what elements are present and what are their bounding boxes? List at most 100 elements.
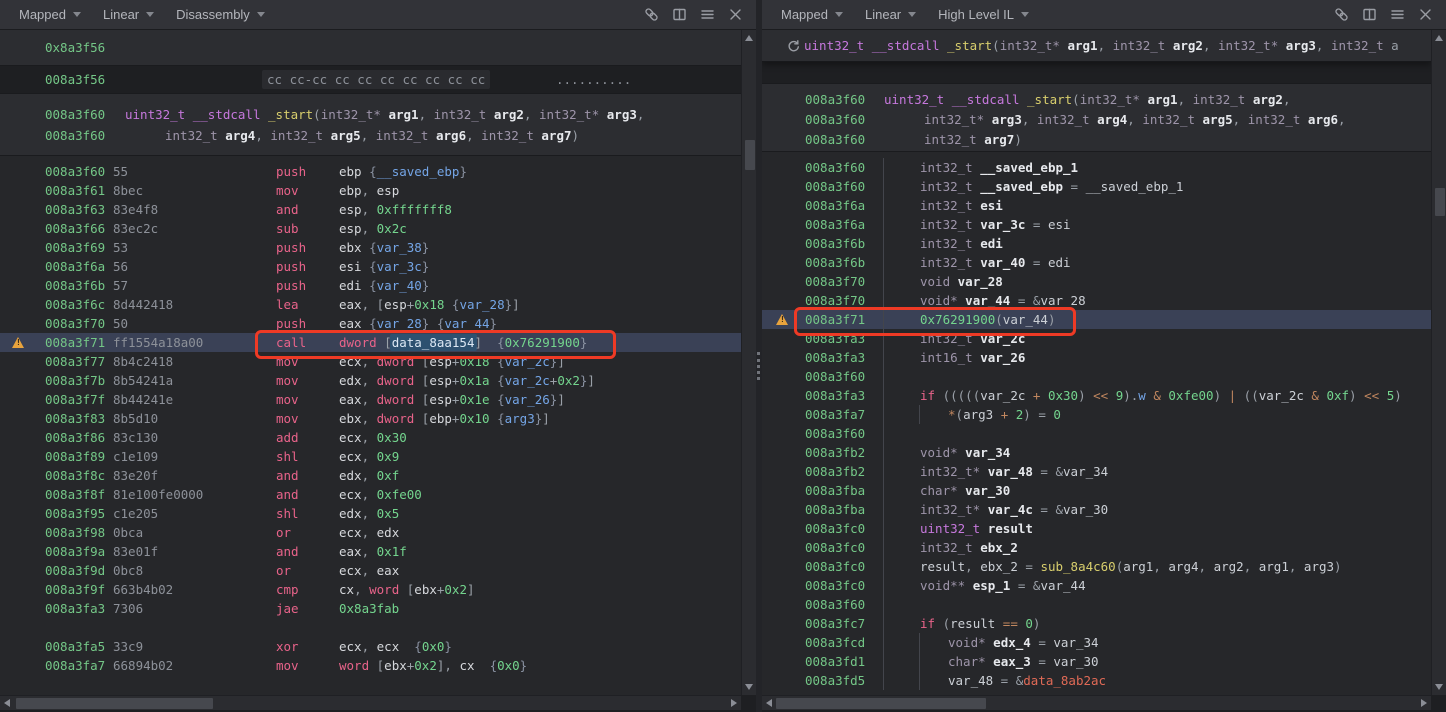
disasm-row[interactable]: 008a3f9d0bc8orecx, eax (0, 561, 741, 580)
hlil-row[interactable]: 008a3fc0int32_t ebx_2 (762, 538, 1431, 557)
hlil-row[interactable]: 008a3f60 (762, 424, 1431, 443)
disasm-row[interactable]: 008a3f6055pushebp {__saved_ebp} (0, 162, 741, 181)
hlil-row[interactable]: 008a3f60int32_t __saved_ebp_1 (762, 158, 1431, 177)
disasm-row[interactable]: 008a3fa766894b02movword [ebx+0x2], cx {0… (0, 656, 741, 675)
disasm-row[interactable]: 008a3fa533c9xorecx, ecx {0x0} (0, 637, 741, 656)
byte-row[interactable]: 008a3f56 cc cc-cc cc cc cc cc cc cc cc .… (0, 66, 741, 94)
hlil-row[interactable]: 008a3f60int32_t __saved_ebp = __saved_eb… (762, 177, 1431, 196)
token: [ (414, 411, 429, 426)
disasm-row[interactable]: 008a3fa37306jae0x8a3fab (0, 599, 741, 618)
menu-linear[interactable]: Linear (92, 7, 165, 22)
function-signature-block[interactable]: 008a3f60uint32_t __stdcall _start(int32_… (0, 94, 741, 156)
split-view-icon[interactable] (672, 7, 687, 22)
scroll-up-arrow[interactable] (745, 35, 753, 41)
hlil-row[interactable]: 008a3f6bint32_t edi (762, 234, 1431, 253)
menu-disassembly[interactable]: Disassembly (165, 7, 276, 22)
disasm-row[interactable]: 008a3f8f81e100fe0000andecx, 0xfe00 (0, 485, 741, 504)
disasm-row[interactable]: 008a3f89c1e109shlecx, 0x9 (0, 447, 741, 466)
disasm-row[interactable]: 008a3f7f8b44241emoveax, dword [esp+0x1e … (0, 390, 741, 409)
hlil-row[interactable]: 008a3fbaint32_t* var_4c = &var_30 (762, 500, 1431, 519)
menu-mapped[interactable]: Mapped (8, 7, 92, 22)
sticky-address-band[interactable]: 0x8a3f56 (0, 30, 741, 66)
disasm-row[interactable]: 008a3f8c83e20fandedx, 0xf (0, 466, 741, 485)
disasm-row[interactable]: 008a3f8683c130addecx, 0x30 (0, 428, 741, 447)
hlil-row[interactable]: 008a3f6aint32_t var_3c = esi (762, 215, 1431, 234)
scroll-down-arrow[interactable] (1435, 684, 1443, 690)
right-vertical-scrollbar[interactable] (1431, 30, 1446, 695)
disasm-row[interactable]: 008a3f6383e4f8andesp, 0xfffffff8 (0, 200, 741, 219)
sticky-function-header[interactable]: uint32_t __stdcall _start(int32_t* arg1,… (762, 30, 1431, 62)
hlil-row[interactable]: 008a3fcdvoid* edx_4 = var_34 (762, 633, 1431, 652)
scrollbar-thumb[interactable] (776, 698, 986, 709)
menu-icon[interactable] (1390, 7, 1405, 22)
signature-line[interactable]: 008a3f60int32_t arg7) (762, 130, 1431, 150)
scroll-left-arrow[interactable] (766, 699, 772, 707)
menu-high-level-il[interactable]: High Level IL (927, 7, 1040, 22)
token (490, 392, 498, 407)
disasm-row[interactable]: 008a3f71ff1554a18a00calldword [data_8aa1… (0, 333, 741, 352)
hlil-row[interactable]: 008a3f60 (762, 595, 1431, 614)
hlil-row[interactable]: 008a3f60 (762, 367, 1431, 386)
signature-line[interactable]: 008a3f60int32_t* arg3, int32_t arg4, int… (762, 110, 1431, 130)
hlil-row[interactable]: 008a3fc7if (result == 0) (762, 614, 1431, 633)
link-icon[interactable] (644, 7, 659, 22)
link-icon[interactable] (1334, 7, 1349, 22)
menu-icon[interactable] (700, 7, 715, 22)
scrollbar-thumb[interactable] (16, 698, 213, 709)
address: 008a3f60 (45, 162, 105, 181)
scroll-up-arrow[interactable] (1435, 35, 1443, 41)
right-horizontal-scrollbar[interactable] (762, 695, 1431, 710)
scrollbar-thumb[interactable] (1435, 188, 1445, 216)
close-icon[interactable] (1418, 7, 1433, 22)
hlil-row[interactable]: 008a3fc0uint32_t result (762, 519, 1431, 538)
left-vertical-scrollbar[interactable] (741, 30, 756, 695)
hlil-row[interactable]: 008a3f70void* var_44 = &var_28 (762, 291, 1431, 310)
hlil-row[interactable]: 008a3fa3int32_t var_2c (762, 329, 1431, 348)
hlil-row[interactable]: 008a3fa3if (((((var_2c + 0x30) << 9).w &… (762, 386, 1431, 405)
function-signature-block[interactable]: 008a3f60uint32_t __stdcall _start(int32_… (762, 84, 1431, 152)
hlil-row[interactable]: 008a3fd5var_48 = &data_8ab2ac (762, 671, 1431, 690)
scroll-down-arrow[interactable] (745, 684, 753, 690)
signature-line[interactable]: 008a3f60int32_t arg4, int32_t arg5, int3… (0, 125, 741, 146)
menu-linear[interactable]: Linear (854, 7, 927, 22)
disasm-row[interactable]: 008a3f980bcaorecx, edx (0, 523, 741, 542)
hlil-row[interactable]: 008a3fb2void* var_34 (762, 443, 1431, 462)
hlil-row[interactable]: 008a3f70void var_28 (762, 272, 1431, 291)
pane-splitter[interactable] (756, 0, 762, 712)
disasm-row[interactable]: 008a3f7050pusheax {var_28} {var_44} (0, 314, 741, 333)
disasm-row[interactable]: 008a3f9a83e01fandeax, 0x1f (0, 542, 741, 561)
disasm-row[interactable]: 008a3f6683ec2csubesp, 0x2c (0, 219, 741, 238)
split-view-icon[interactable] (1362, 7, 1377, 22)
disasm-row[interactable]: 008a3f6a56pushesi {var_3c} (0, 257, 741, 276)
hlil-row[interactable]: 008a3fb2int32_t* var_48 = &var_34 (762, 462, 1431, 481)
hlil-row[interactable]: 008a3fa7*(arg3 + 2) = 0 (762, 405, 1431, 424)
scroll-right-arrow[interactable] (1421, 699, 1427, 707)
hlil-row[interactable]: 008a3fd1char* eax_3 = var_30 (762, 652, 1431, 671)
disasm-row[interactable]: 008a3f6c8d442418leaeax, [esp+0x18 {var_2… (0, 295, 741, 314)
signature-line[interactable]: 008a3f60uint32_t __stdcall _start(int32_… (0, 104, 741, 125)
disasm-row[interactable]: 008a3f6b57pushedi {var_40} (0, 276, 741, 295)
disasm-row[interactable]: 008a3f9f663b4b02cmpcx, word [ebx+0x2] (0, 580, 741, 599)
close-icon[interactable] (728, 7, 743, 22)
disasm-row[interactable]: 008a3f95c1e205shledx, 0x5 (0, 504, 741, 523)
disasm-row[interactable]: 008a3f838b5d10movebx, dword [ebp+0x10 {a… (0, 409, 741, 428)
signature-line[interactable]: 008a3f60uint32_t __stdcall _start(int32_… (762, 90, 1431, 110)
refresh-icon[interactable] (786, 39, 801, 54)
scroll-right-arrow[interactable] (731, 699, 737, 707)
hlil-row[interactable]: 008a3f6aint32_t esi (762, 196, 1431, 215)
left-horizontal-scrollbar[interactable] (0, 695, 741, 710)
disasm-row[interactable]: 008a3f7b8b54241amovedx, dword [esp+0x1a … (0, 371, 741, 390)
menu-mapped[interactable]: Mapped (770, 7, 854, 22)
hlil-row[interactable]: 008a3f710x76291900(var_44) (762, 310, 1431, 329)
hlil-row[interactable]: 008a3fc0void** esp_1 = &var_44 (762, 576, 1431, 595)
hlil-row[interactable]: 008a3fa3int16_t var_26 (762, 348, 1431, 367)
disasm-row[interactable] (0, 618, 741, 637)
hlil-row[interactable]: 008a3fbachar* var_30 (762, 481, 1431, 500)
disasm-row[interactable]: 008a3f778b4c2418movecx, dword [esp+0x18 … (0, 352, 741, 371)
scroll-left-arrow[interactable] (4, 699, 10, 707)
disasm-row[interactable]: 008a3f618becmovebp, esp (0, 181, 741, 200)
hlil-row[interactable]: 008a3f6bint32_t var_40 = edi (762, 253, 1431, 272)
disasm-row[interactable]: 008a3f6953pushebx {var_38} (0, 238, 741, 257)
scrollbar-thumb[interactable] (745, 140, 755, 170)
hlil-row[interactable]: 008a3fc0result, ebx_2 = sub_8a4c60(arg1,… (762, 557, 1431, 576)
